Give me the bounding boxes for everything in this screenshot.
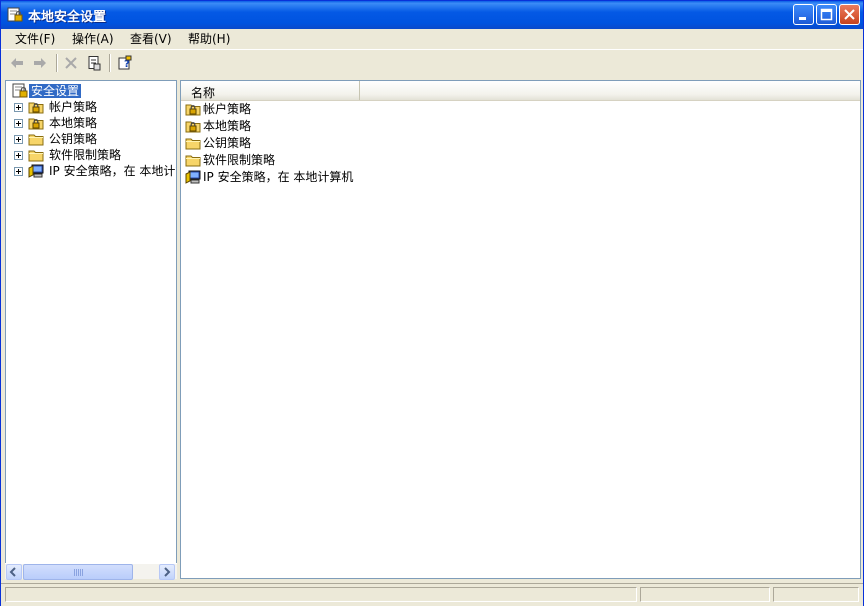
toolbar: ? [1,51,863,75]
svg-text:?: ? [124,59,130,70]
list-item-label: 软件限制策略 [203,153,276,167]
tree-item-label: IP 安全策略，在 本地计算机 [49,164,176,178]
expand-plus-icon[interactable] [14,135,23,144]
menu-help[interactable]: 帮助(H) [186,31,232,47]
ip-security-icon [185,169,201,185]
folder-icon [28,147,44,163]
security-settings-icon [12,83,28,99]
status-cell-2 [640,587,770,602]
status-bar [1,583,863,606]
list-item-label: IP 安全策略，在 本地计算机 [203,170,354,184]
security-settings-icon [7,7,23,23]
menu-view[interactable]: 查看(V) [128,31,174,47]
locked-folder-icon [185,118,201,134]
forward-arrow-icon [34,58,46,68]
maximize-icon [820,8,833,21]
list-pane[interactable]: 名称 帐户策略本地策略公钥策略软件限制策略 IP 安全策略，在 本地计算机 [180,80,861,579]
toolbar-separator [56,54,57,72]
window-title: 本地安全设置 [28,10,107,25]
folder-icon [28,131,44,147]
toolbar-separator-2 [109,54,110,72]
menu-action[interactable]: 操作(A) [70,31,116,47]
folder-icon [185,135,201,151]
title-bar[interactable]: 本地安全设置 [1,1,863,29]
menu-bar: 文件(F) 操作(A) 查看(V) 帮助(H) [1,29,863,49]
tree-item-label: 软件限制策略 [49,148,122,162]
delete-button[interactable] [61,53,81,73]
menu-separator [1,49,863,50]
status-cell-main [5,587,637,602]
close-icon [844,9,855,20]
list-item-label: 本地策略 [203,119,252,133]
scroll-thumb[interactable] [23,564,133,580]
tree-item-label: 本地策略 [49,116,98,130]
delete-x-icon [65,57,77,69]
help-button[interactable]: ? [115,53,135,73]
locked-folder-icon [28,115,44,131]
help-icon: ? [118,55,132,70]
ip-security-icon [28,163,44,179]
expand-plus-icon[interactable] [14,151,23,160]
scroll-right-button[interactable] [159,564,175,580]
back-arrow-icon [11,58,23,68]
back-button[interactable] [7,53,27,73]
forward-button[interactable] [30,53,50,73]
column-name-label: 名称 [191,86,216,100]
properties-button[interactable] [84,53,104,73]
locked-folder-icon [185,101,201,117]
expand-plus-icon[interactable] [14,119,23,128]
minimize-icon [799,17,806,20]
column-name-header[interactable]: 名称 [181,81,360,100]
scroll-left-button[interactable] [6,564,22,580]
locked-folder-icon [28,99,44,115]
close-button[interactable] [839,4,860,25]
menu-file[interactable]: 文件(F) [13,31,57,47]
tree-pane[interactable]: 安全设置 帐户策略本地策略公钥策略软件限制策略 IP 安全策略，在 本地计算机 [5,80,177,579]
maximize-button[interactable] [816,4,837,25]
status-cell-3 [773,587,859,602]
chevron-right-icon [164,567,171,577]
tree-horizontal-scrollbar[interactable] [5,563,177,580]
main-window: 本地安全设置 文件(F) 操作(A) 查看(V) 帮助(H) ? 安全设置 帐户… [0,0,864,606]
list-header: 名称 [181,81,860,101]
properties-icon [88,56,101,71]
expand-plus-icon[interactable] [14,103,23,112]
expand-plus-icon[interactable] [14,167,23,176]
tree-root-label: 安全设置 [27,83,83,99]
minimize-button[interactable] [793,4,814,25]
folder-icon [185,152,201,168]
list-item-label: 公钥策略 [203,136,252,150]
chevron-left-icon [9,567,16,577]
tree-item-label: 公钥策略 [49,132,98,146]
list-item-label: 帐户策略 [203,102,252,116]
tree-item-label: 帐户策略 [49,100,98,114]
